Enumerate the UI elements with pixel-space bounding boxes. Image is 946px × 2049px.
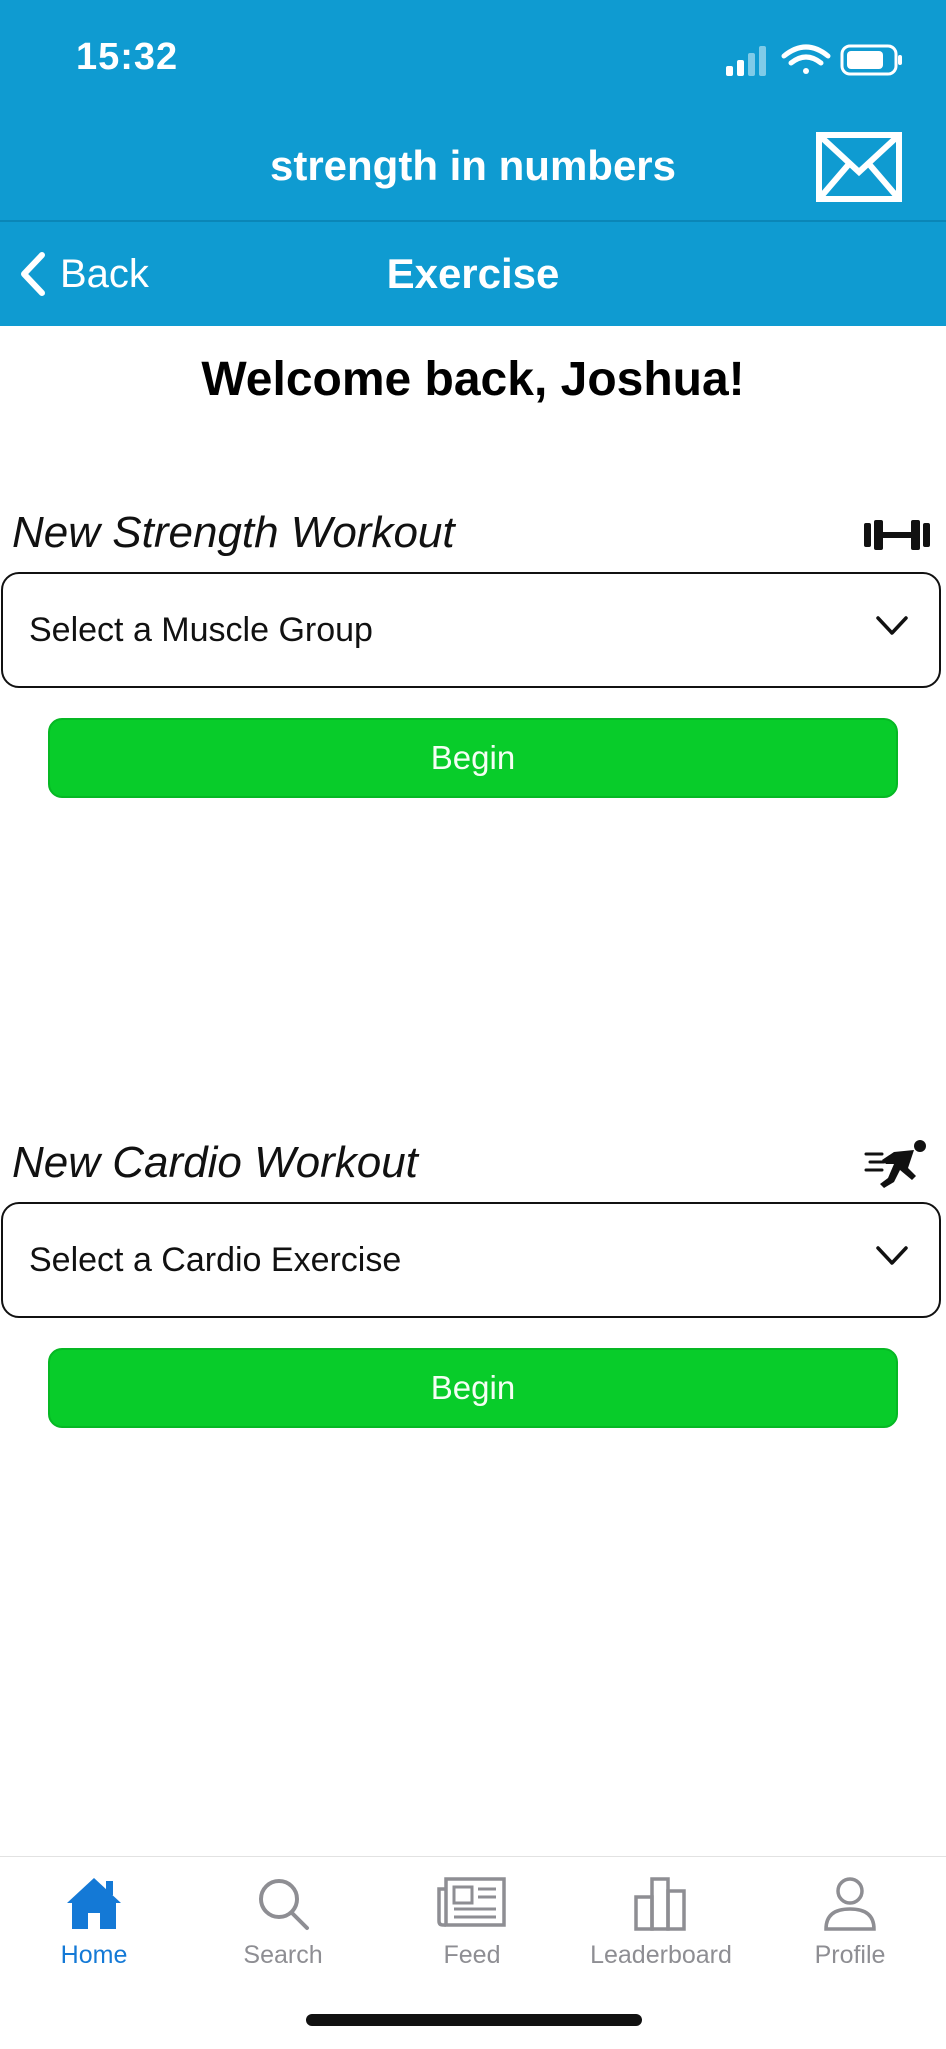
cardio-exercise-select[interactable]: Select a Cardio Exercise (1, 1202, 941, 1318)
tab-search[interactable]: Search (193, 1875, 373, 1995)
tab-feed[interactable]: Feed (382, 1875, 562, 1995)
muscle-group-select[interactable]: Select a Muscle Group (1, 572, 941, 688)
signal-icon (726, 46, 766, 76)
newspaper-icon (437, 1877, 506, 1927)
cardio-section-title: New Cardio Workout (12, 1138, 418, 1187)
home-icon (67, 1878, 121, 1929)
tab-home[interactable]: Home (4, 1875, 184, 1995)
runner-icon (864, 1140, 926, 1188)
status-icons (726, 44, 902, 76)
tab-search-label: Search (243, 1941, 323, 1969)
mail-icon[interactable] (816, 132, 902, 202)
nav-divider (0, 220, 946, 222)
begin-strength-button[interactable]: Begin (48, 718, 898, 798)
tab-leaderboard[interactable]: Leaderboard (571, 1875, 751, 1995)
page-title: Exercise (386, 250, 560, 297)
tab-profile-label: Profile (814, 1941, 886, 1969)
tab-home-label: Home (60, 1941, 128, 1969)
search-icon (259, 1879, 309, 1930)
battery-icon (840, 44, 902, 76)
home-indicator (306, 2014, 642, 2026)
tab-leaderboard-label: Leaderboard (590, 1941, 732, 1969)
status-time: 15:32 (76, 36, 179, 78)
chevron-down-icon (876, 616, 908, 635)
tab-feed-label: Feed (443, 1941, 501, 1969)
app-header: 15:32 strength in numbers Back Exercise (0, 0, 946, 326)
person-icon (824, 1877, 876, 1931)
wifi-icon (781, 44, 831, 74)
dumbbell-icon (864, 520, 930, 550)
welcome-heading: Welcome back, Joshua! (201, 353, 745, 406)
tab-profile[interactable]: Profile (760, 1875, 940, 1995)
cardio-exercise-select-value: Select a Cardio Exercise (29, 1240, 402, 1279)
chevron-down-icon (876, 1246, 908, 1265)
begin-cardio-button[interactable]: Begin (48, 1348, 898, 1428)
app-title: strength in numbers (269, 142, 677, 189)
strength-section-title: New Strength Workout (12, 508, 455, 557)
bar-chart-icon (634, 1877, 686, 1931)
muscle-group-select-value: Select a Muscle Group (29, 610, 373, 649)
